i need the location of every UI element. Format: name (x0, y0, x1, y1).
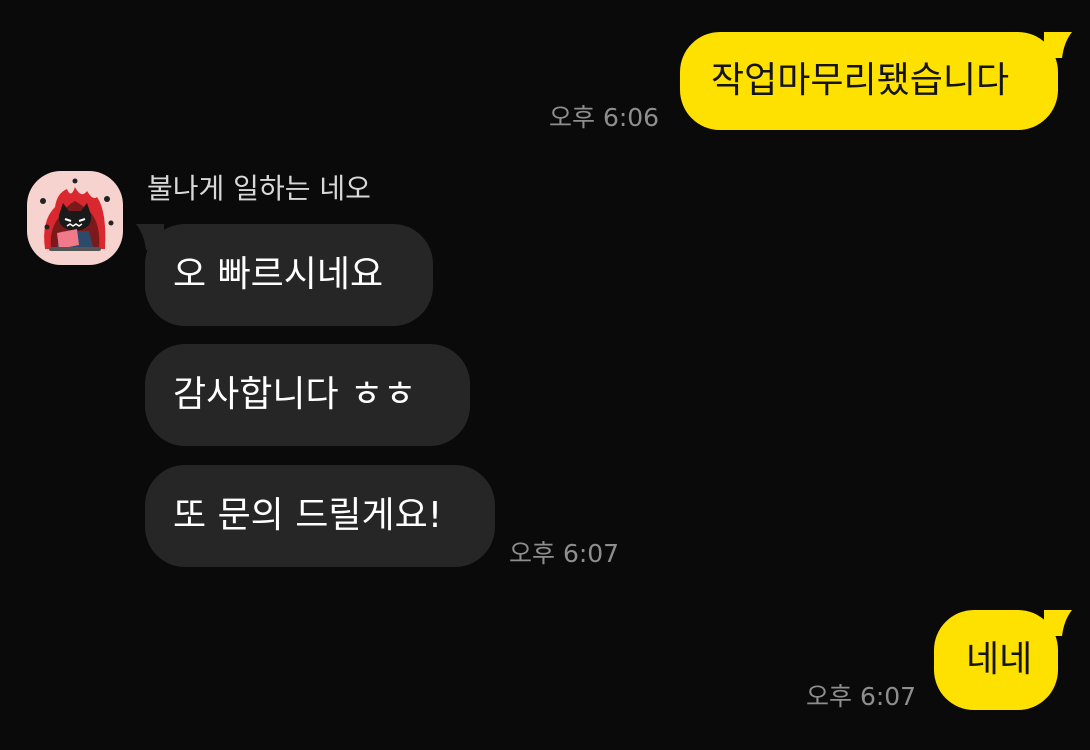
message-text: 감사합니다 ㅎㅎ (173, 374, 417, 415)
their-message-bubble[interactable]: 오 빠르시네요 (145, 224, 433, 326)
their-message-bubble[interactable]: 감사합니다 ㅎㅎ (145, 344, 470, 446)
message-text: 또 문의 드릴게요! (173, 495, 443, 536)
sender-name: 불나게 일하는 네오 (147, 172, 371, 205)
bubble-tail (1044, 32, 1072, 58)
message-timestamp: 오후 6:07 (509, 539, 620, 568)
message-text: 작업마무리됐습니다 (711, 60, 1010, 101)
neo-character-avatar-icon[interactable] (27, 171, 123, 265)
message-timestamp: 오후 6:06 (549, 103, 660, 132)
message-text: 네네 (966, 639, 1033, 680)
bubble-tail (1044, 610, 1072, 636)
my-message-bubble[interactable]: 작업마무리됐습니다 (680, 32, 1058, 130)
message-text: 오 빠르시네요 (173, 254, 384, 295)
their-message-bubble[interactable]: 또 문의 드릴게요! (145, 465, 495, 567)
my-message-bubble[interactable]: 네네 (934, 610, 1058, 710)
bubble-tail (136, 224, 164, 250)
message-timestamp: 오후 6:07 (806, 682, 917, 711)
